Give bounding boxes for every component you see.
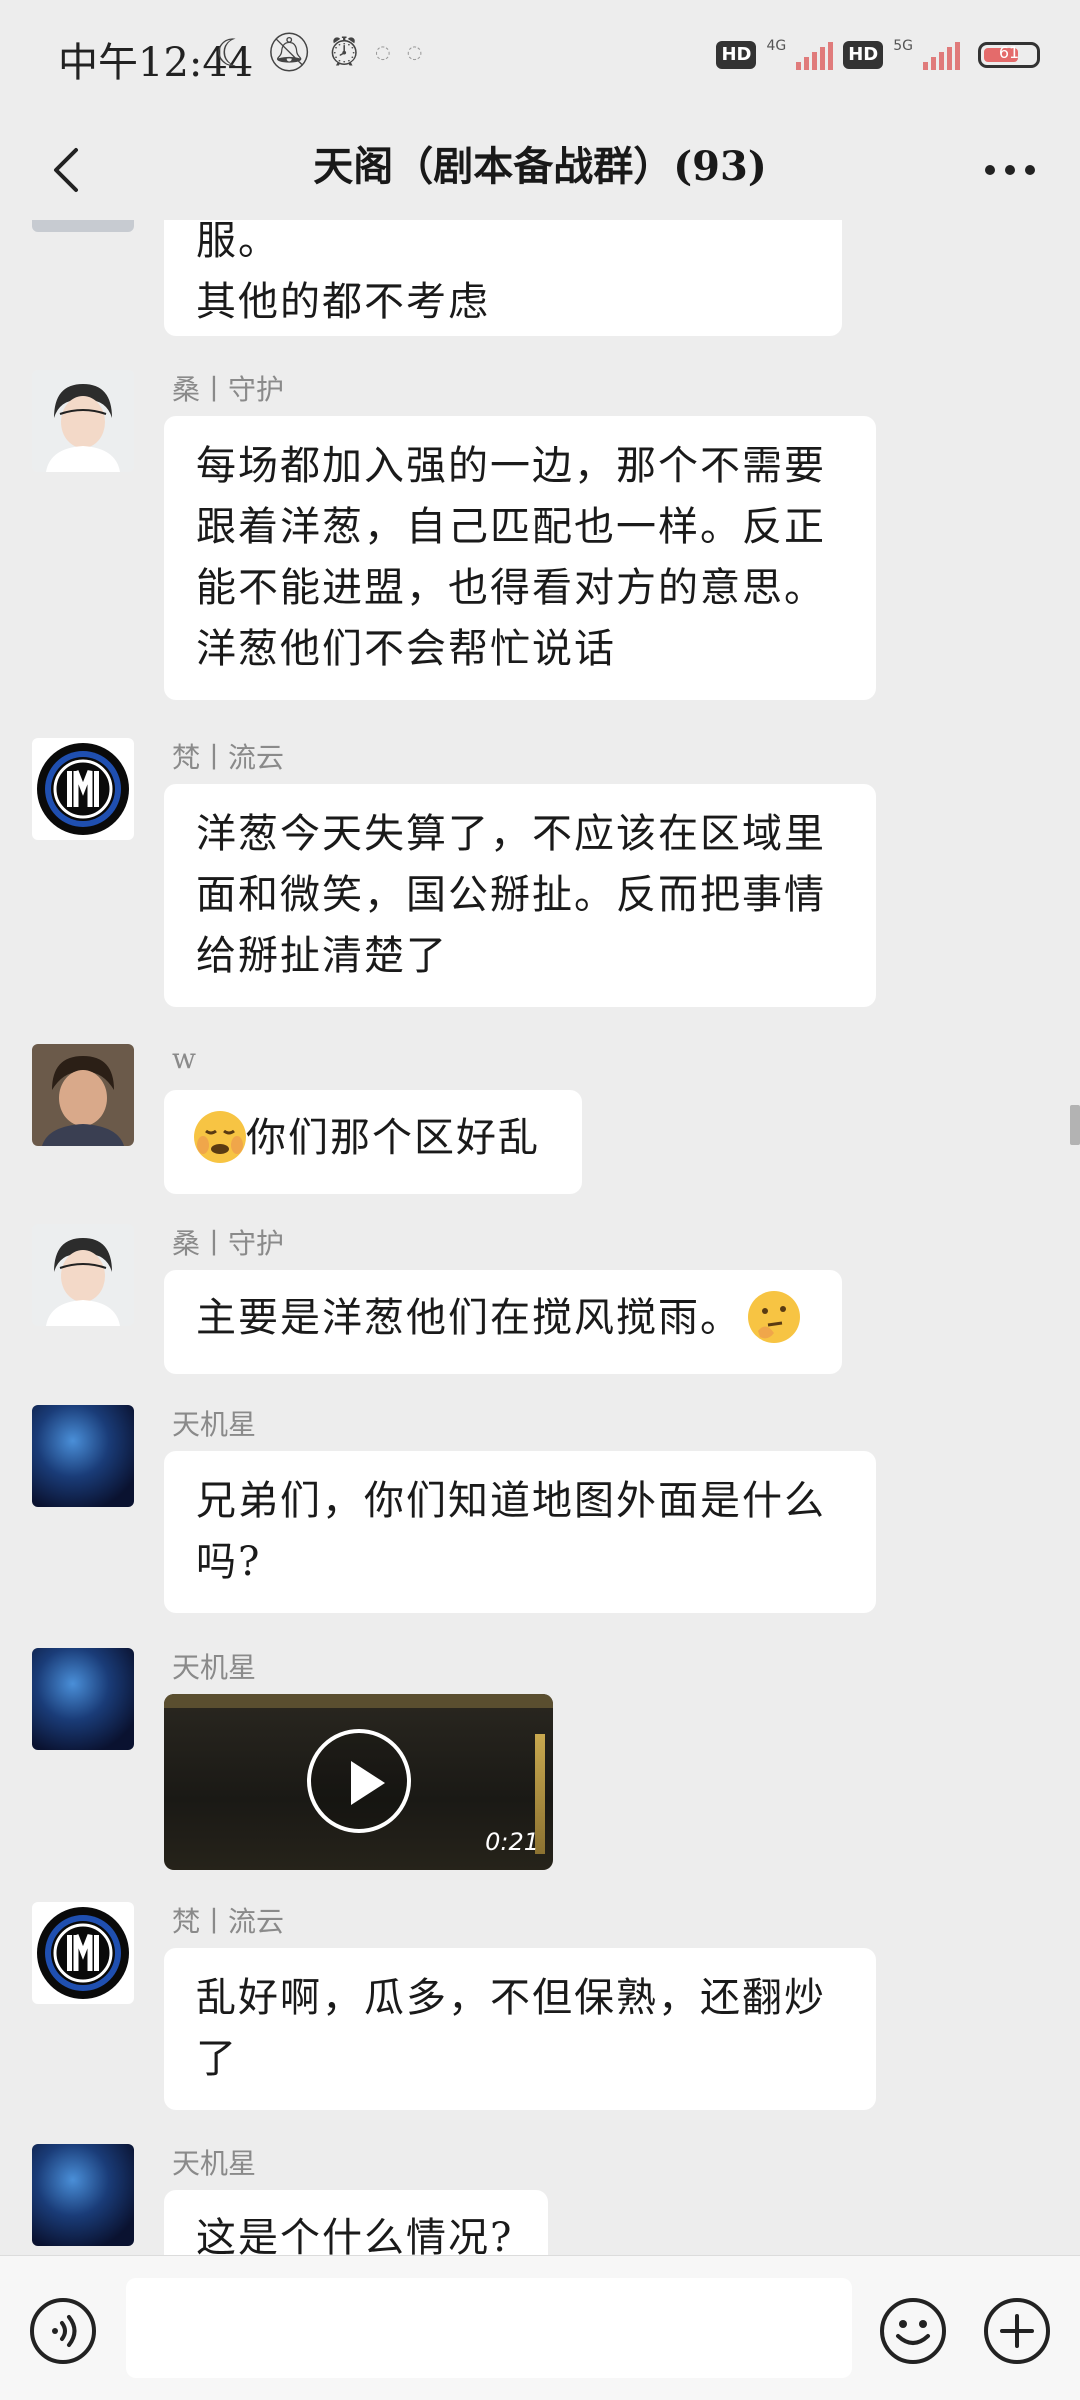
hd-badge-2: HD	[843, 41, 884, 69]
notification-dot-icon-2: ◌	[406, 42, 423, 63]
message-line: 洋葱他们就是指总的怎么混征服。	[196, 220, 280, 264]
message-bubble[interactable]: 洋葱今天失算了，不应该在区域里 面和微笑，国公掰扯。反而把事情 给掰扯清楚了	[164, 784, 876, 1007]
message-text: 你们那个区好乱	[246, 1115, 540, 1161]
emoji-icon[interactable]	[878, 2296, 948, 2366]
message-line: 兄弟们，你们知道地图外面是什么	[196, 1478, 826, 1524]
message-text: 这是个什么情况?	[196, 2215, 514, 2255]
message-line: 跟着洋葱，自己匹配也一样。反正	[196, 504, 826, 550]
sender-name: 天机星	[172, 1408, 257, 1441]
message-line: 能不能进盟，也得看对方的意思。	[196, 565, 826, 611]
avatar[interactable]	[32, 738, 134, 840]
message-bubble[interactable]: 乱好啊，瓜多，不但保熟，还翻炒 了	[164, 1948, 876, 2110]
status-right: HD 4G HD 5G 61	[716, 38, 1040, 70]
voice-icon[interactable]	[28, 2296, 98, 2366]
message-bubble[interactable]: 你们那个区好乱	[164, 1090, 582, 1194]
video-thumbnail-bar	[164, 1694, 553, 1708]
message-line: 其他的都不考虑	[196, 279, 490, 325]
network-4g: 4G	[766, 38, 787, 54]
message-bubble[interactable]: 洋葱他们就是指总的怎么混征服。 其他的都不考虑	[164, 220, 842, 336]
moon-icon: ☾	[215, 30, 250, 75]
signal-icon	[796, 40, 834, 70]
message-text: 主要是洋葱他们在搅风搅雨。	[196, 1295, 742, 1341]
chat-title: 天阁（剧本备战群）(93)	[313, 143, 767, 190]
message-line: 吗?	[196, 1539, 262, 1585]
avatar[interactable]	[32, 220, 134, 232]
avatar[interactable]	[32, 2144, 134, 2246]
hd-badge: HD	[716, 41, 757, 69]
sender-name: 天机星	[172, 1651, 257, 1684]
sender-name: 天机星	[172, 2147, 257, 2180]
alarm-icon: ⏰︎	[329, 30, 359, 74]
network-5g: 5G	[893, 38, 913, 54]
battery-icon: 61	[978, 42, 1040, 68]
message-input[interactable]	[126, 2278, 852, 2378]
status-icons: ☾ 🔕︎ ⏰︎ ◌ ◌	[215, 30, 422, 75]
message-line: 洋葱今天失算了，不应该在区域里	[196, 811, 826, 857]
battery-level: 61	[998, 43, 1020, 62]
message-bubble[interactable]: 兄弟们，你们知道地图外面是什么 吗?	[164, 1451, 876, 1613]
input-bar	[0, 2255, 1080, 2400]
message-line: 每场都加入强的一边，那个不需要	[196, 443, 826, 489]
sender-name: 梵丨流云	[172, 1905, 285, 1938]
more-options-icon[interactable]	[980, 142, 1040, 198]
message-bubble[interactable]: 主要是洋葱他们在搅风搅雨。	[164, 1270, 842, 1374]
video-message[interactable]: 0:21	[164, 1694, 553, 1870]
avatar[interactable]	[32, 1902, 134, 2004]
message-line: 洋葱他们不会帮忙说话	[196, 626, 616, 672]
avatar[interactable]	[32, 370, 134, 472]
notification-dot-icon: ◌	[374, 42, 391, 63]
sender-name: 梵丨流云	[172, 741, 285, 774]
message-line: 了	[196, 2036, 238, 2082]
crying-face-emoji	[194, 1111, 246, 1163]
chat-header: 天阁（剧本备战群）(93)	[0, 120, 1080, 220]
play-icon[interactable]	[307, 1729, 411, 1833]
avatar[interactable]	[32, 1648, 134, 1750]
signal-icon-2	[923, 40, 960, 70]
video-duration: 0:21	[485, 1828, 539, 1856]
message-bubble[interactable]: 这是个什么情况?	[164, 2190, 548, 2255]
status-bar: 中午12:44 ☾ 🔕︎ ⏰︎ ◌ ◌ HD 4G HD 5G 61	[0, 0, 1080, 125]
sender-name: 桑丨守护	[172, 1227, 285, 1260]
message-bubble[interactable]: 每场都加入强的一边，那个不需要 跟着洋葱，自己匹配也一样。反正 能不能进盟，也得…	[164, 416, 876, 700]
scrollbar[interactable]	[1070, 1105, 1080, 1145]
message-line: 面和微笑，国公掰扯。反而把事情	[196, 872, 826, 918]
message-line: 给掰扯清楚了	[196, 933, 448, 979]
avatar[interactable]	[32, 1405, 134, 1507]
plus-icon[interactable]	[982, 2296, 1052, 2366]
message-line: 乱好啊，瓜多，不但保熟，还翻炒	[196, 1975, 826, 2021]
bell-off-icon: 🔕︎	[265, 30, 314, 74]
sender-name: w	[172, 1042, 196, 1075]
avatar[interactable]	[32, 1044, 134, 1146]
avatar[interactable]	[32, 1224, 134, 1326]
message-list[interactable]: 洋葱他们就是指总的怎么混征服。 其他的都不考虑 桑丨守护 每场都加入强的一边，那…	[0, 220, 1080, 2255]
thinking-face-emoji	[748, 1291, 800, 1343]
sender-name: 桑丨守护	[172, 373, 285, 406]
